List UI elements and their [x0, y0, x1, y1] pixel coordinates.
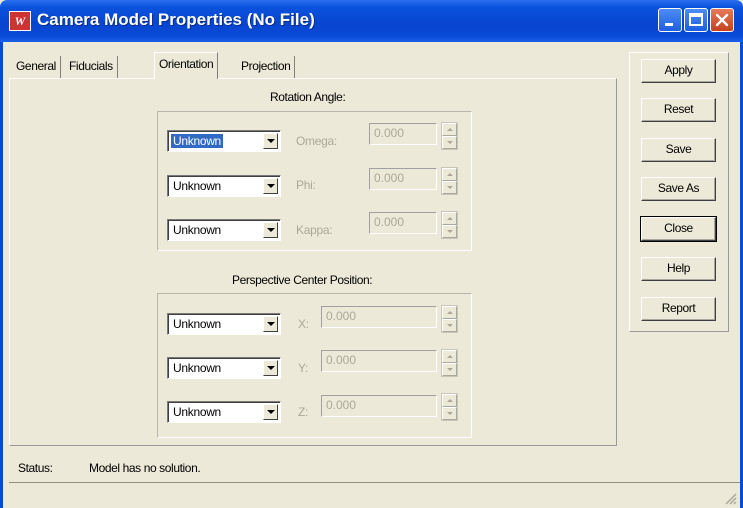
reset-button[interactable]: Reset — [641, 98, 716, 122]
z-select-value: Unknown — [173, 405, 221, 419]
maximize-button[interactable] — [684, 8, 708, 32]
spin-down-icon[interactable] — [442, 136, 457, 149]
chevron-down-icon[interactable] — [263, 404, 278, 420]
minimize-button[interactable] — [658, 8, 682, 32]
y-select[interactable]: Unknown — [167, 357, 281, 379]
save-as-button[interactable]: Save As — [641, 177, 716, 201]
window-title: Camera Model Properties (No File) — [37, 10, 315, 29]
status-text: Model has no solution. — [89, 461, 201, 475]
z-spinner[interactable] — [441, 393, 458, 421]
chevron-down-icon[interactable] — [263, 316, 278, 332]
spin-up-icon[interactable] — [442, 168, 457, 181]
z-label: Z: — [298, 405, 309, 419]
tab-orientation[interactable]: Orientation — [154, 52, 219, 79]
tab-general[interactable]: General — [12, 56, 61, 78]
spin-up-icon[interactable] — [442, 394, 457, 407]
resize-grip-icon[interactable] — [722, 490, 738, 506]
kappa-field[interactable]: 0.000 — [369, 212, 437, 234]
phi-spinner[interactable] — [441, 167, 458, 195]
spin-up-icon[interactable] — [442, 306, 457, 319]
spin-up-icon[interactable] — [442, 123, 457, 136]
close-button[interactable]: Close — [640, 216, 717, 242]
help-button[interactable]: Help — [641, 257, 716, 281]
spin-down-icon[interactable] — [442, 225, 457, 238]
omega-select[interactable]: Unknown — [167, 130, 281, 152]
spin-down-icon[interactable] — [442, 363, 457, 376]
chevron-down-icon[interactable] — [263, 360, 278, 376]
close-window-button[interactable] — [710, 8, 734, 32]
y-spinner[interactable] — [441, 349, 458, 377]
status-bar — [9, 482, 740, 508]
phi-select[interactable]: Unknown — [167, 175, 281, 197]
phi-label: Phi: — [296, 178, 316, 192]
chevron-down-icon[interactable] — [263, 133, 278, 149]
x-spinner[interactable] — [441, 305, 458, 333]
y-label: Y: — [298, 361, 309, 375]
spin-down-icon[interactable] — [442, 181, 457, 194]
phi-select-value: Unknown — [173, 179, 221, 193]
spin-down-icon[interactable] — [442, 319, 457, 332]
maximize-icon — [689, 13, 703, 26]
omega-select-value: Unknown — [171, 134, 223, 148]
rotation-angle-title: Rotation Angle: — [270, 90, 346, 104]
spin-up-icon[interactable] — [442, 350, 457, 363]
x-label: X: — [298, 317, 309, 331]
x-select-value: Unknown — [173, 317, 221, 331]
camera-model-app-icon[interactable]: W — [9, 11, 31, 31]
kappa-select-value: Unknown — [173, 223, 221, 237]
tab-projection[interactable]: Projection — [237, 56, 296, 78]
spin-up-icon[interactable] — [442, 212, 457, 225]
window-frame-left — [0, 42, 3, 508]
omega-field[interactable]: 0.000 — [369, 123, 437, 145]
y-select-value: Unknown — [173, 361, 221, 375]
save-button[interactable]: Save — [641, 138, 716, 162]
chevron-down-icon[interactable] — [263, 178, 278, 194]
omega-spinner[interactable] — [441, 122, 458, 150]
omega-label: Omega: — [296, 134, 337, 148]
report-button[interactable]: Report — [641, 297, 716, 321]
close-icon — [715, 13, 729, 27]
y-field[interactable]: 0.000 — [321, 350, 437, 372]
perspective-center-title: Perspective Center Position: — [232, 273, 373, 287]
kappa-label: Kappa: — [296, 223, 333, 237]
x-select[interactable]: Unknown — [167, 313, 281, 335]
z-field[interactable]: 0.000 — [321, 395, 437, 417]
status-label: Status: — [18, 461, 53, 475]
apply-button[interactable]: Apply — [641, 59, 716, 83]
z-select[interactable]: Unknown — [167, 401, 281, 423]
phi-field[interactable]: 0.000 — [369, 168, 437, 190]
tab-fiducials[interactable]: Fiducials — [65, 56, 118, 78]
kappa-spinner[interactable] — [441, 211, 458, 239]
kappa-select[interactable]: Unknown — [167, 219, 281, 241]
x-field[interactable]: 0.000 — [321, 306, 437, 328]
spin-down-icon[interactable] — [442, 407, 457, 420]
minimize-icon — [665, 23, 673, 26]
chevron-down-icon[interactable] — [263, 222, 278, 238]
